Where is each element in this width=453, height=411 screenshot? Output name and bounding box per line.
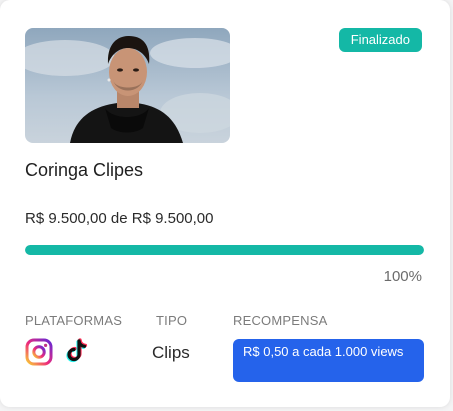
tiktok-icon (62, 338, 90, 366)
campaign-amount: R$ 9.500,00 de R$ 9.500,00 (25, 210, 214, 227)
campaign-title: Coringa Clipes (25, 160, 144, 180)
progress-bar (25, 245, 424, 255)
instagram-icon (25, 338, 53, 366)
platforms-label: PLATAFORMAS (25, 313, 123, 328)
progress-percent: 100% (383, 268, 422, 285)
campaign-thumbnail (25, 28, 230, 143)
reward-label: RECOMPENSA (233, 313, 328, 328)
reward-badge: R$ 0,50 a cada 1.000 views (233, 339, 424, 382)
type-value: Clips (152, 343, 190, 362)
type-label: TIPO (156, 313, 188, 328)
campaign-card[interactable]: Finalizado Coringa Clipes R$ 9.500,00 de… (0, 0, 450, 407)
status-badge: Finalizado (338, 28, 422, 52)
progress-bar-fill (25, 245, 424, 255)
